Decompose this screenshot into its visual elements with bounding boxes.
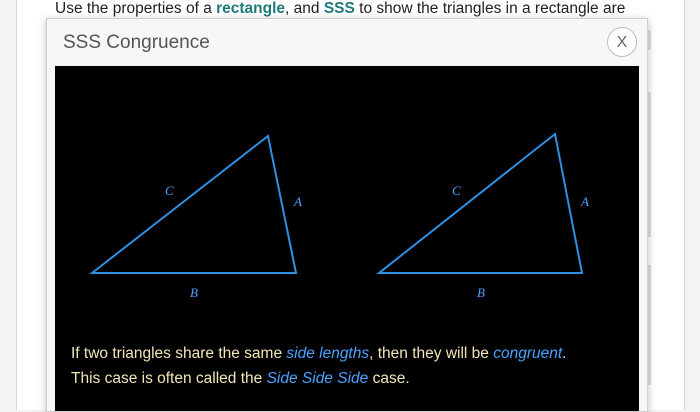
label-a-right: A [580, 194, 589, 209]
caption-text: If two triangles share the same [71, 345, 287, 362]
triangle-right [376, 132, 584, 274]
caption-text: This case is often called the [71, 370, 267, 387]
caption-text: , then they will be [369, 345, 494, 362]
side-side-side-term: Side Side Side [266, 370, 369, 387]
caption-line-2: This case is often called the Side Side … [71, 366, 631, 391]
instruction-text: , and [285, 0, 324, 17]
background-divider [648, 92, 651, 237]
label-c-right: C [452, 183, 461, 198]
triangle-figure: C A B C A B If two triangles share the s… [55, 66, 639, 411]
close-button[interactable]: X [607, 27, 637, 57]
label-a-left: A [293, 194, 302, 209]
caption-line-1: If two triangles share the same side len… [71, 341, 631, 366]
instruction-text: Use the properties of a [55, 0, 217, 17]
caption-text: . [562, 345, 567, 362]
congruent-term: congruent [493, 345, 563, 362]
caption: If two triangles share the same side len… [71, 341, 631, 391]
side-lengths-term: side lengths [286, 345, 370, 362]
background-instruction: Use the properties of a rectangle, and S… [55, 0, 625, 18]
label-b-left: B [190, 285, 198, 300]
modal-title: SSS Congruence [63, 32, 210, 53]
rectangle-link[interactable]: rectangle [216, 0, 285, 17]
background-divider [648, 30, 651, 50]
label-b-right: B [477, 285, 485, 300]
sss-link[interactable]: SSS [324, 0, 355, 17]
label-c-left: C [165, 183, 174, 198]
caption-text: case. [368, 370, 410, 387]
triangle-left [89, 134, 298, 274]
sss-congruence-modal: SSS Congruence X C A B C A B If two tria… [46, 18, 648, 412]
background-divider [648, 265, 651, 385]
triangles-svg: C A B C A B [89, 132, 589, 300]
instruction-text: to show the triangles in a rectangle are [354, 0, 626, 17]
